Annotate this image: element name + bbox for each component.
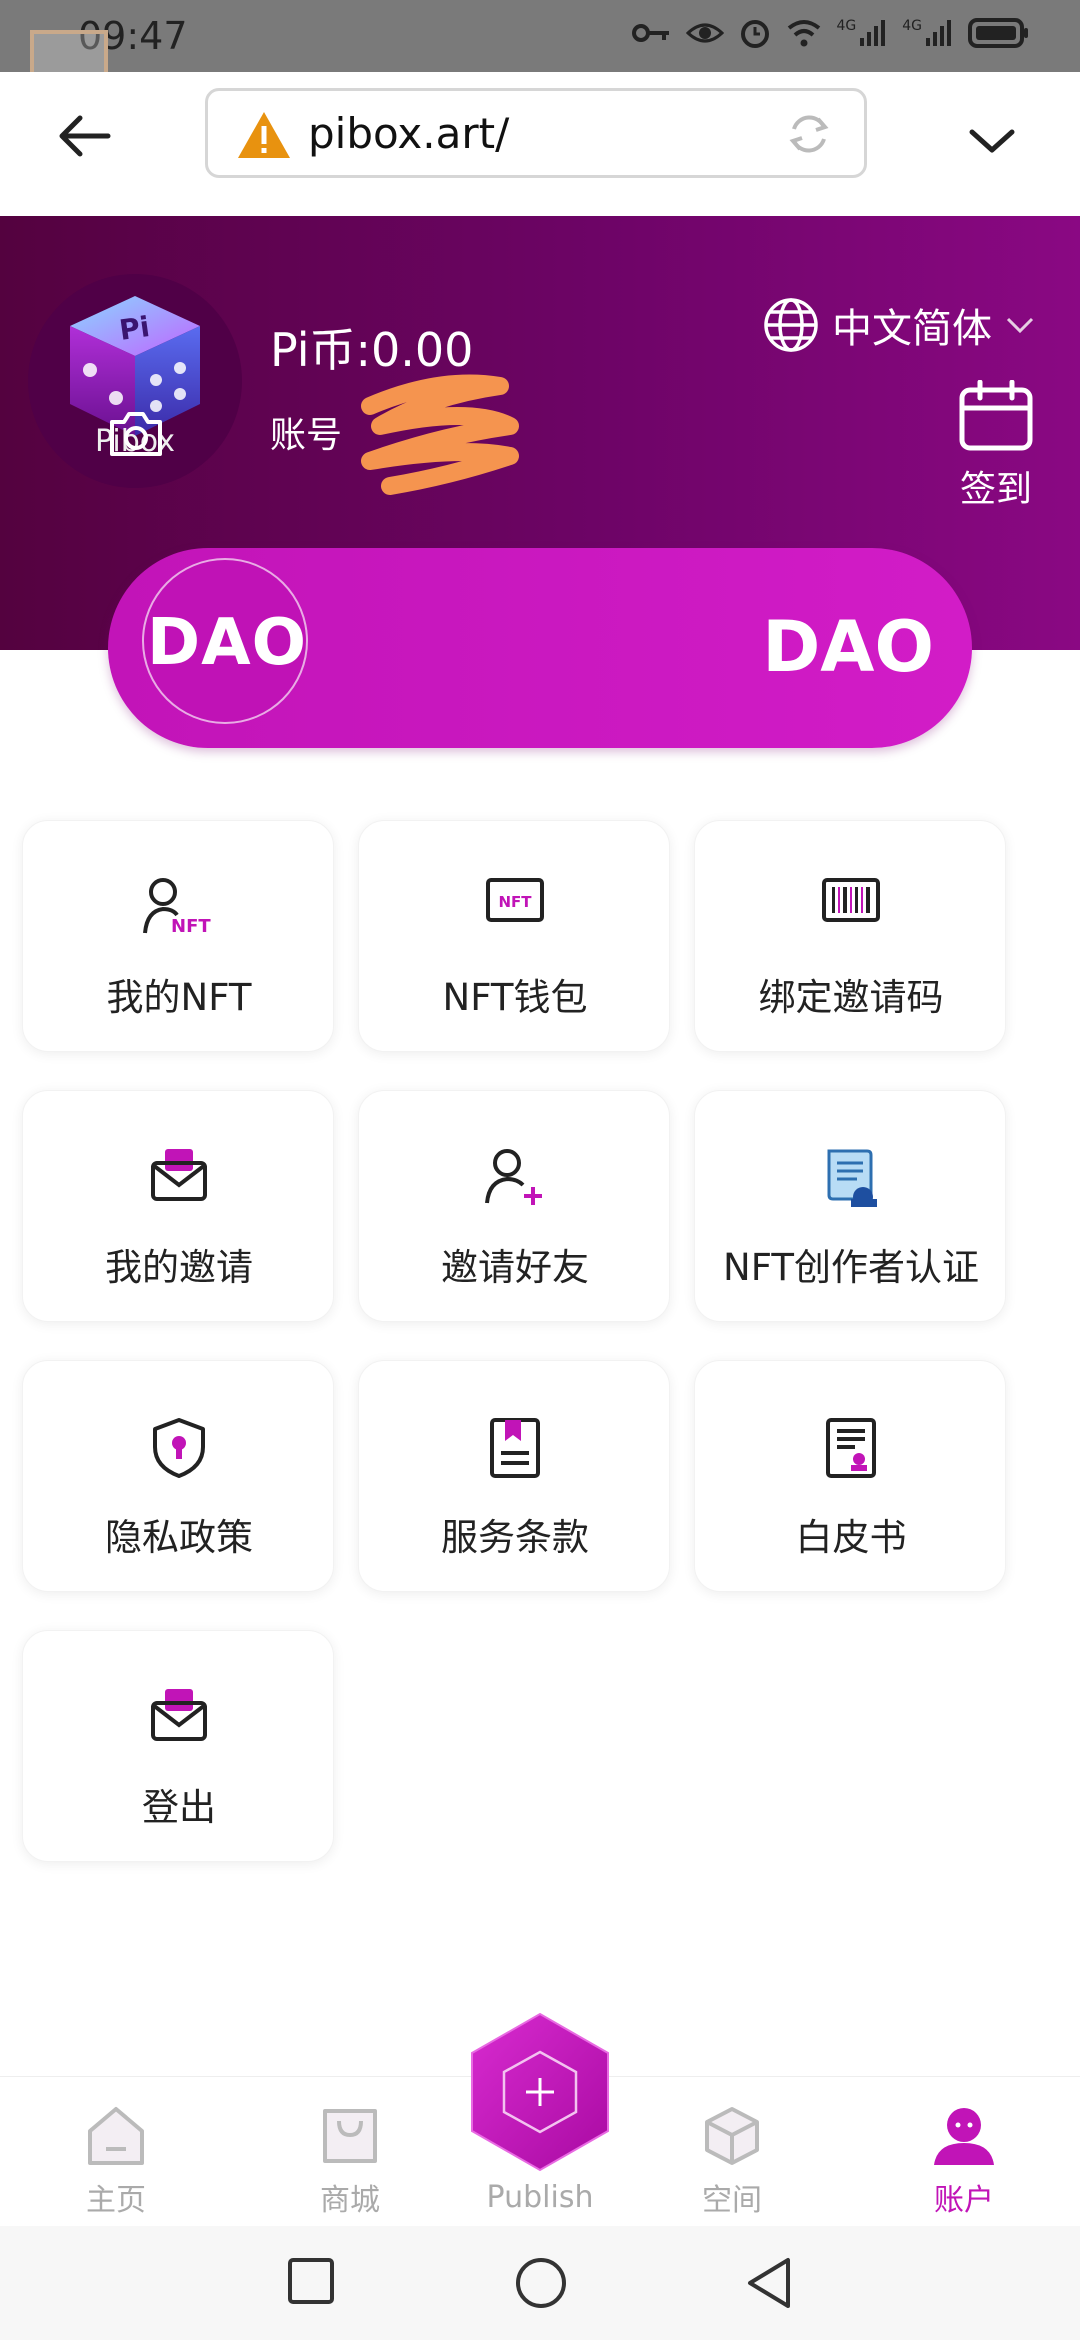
system-nav-bar	[0, 2226, 1080, 2340]
nav-home-label: 主页	[86, 2183, 146, 2218]
svg-text:NFT: NFT	[498, 893, 532, 911]
menu-item-label: 绑定邀请码	[758, 976, 944, 1019]
account-label: 账号	[270, 415, 343, 456]
menu-item-nft-wallet[interactable]: NFT NFT钱包	[358, 820, 670, 1052]
nft-wallet-icon: NFT	[486, 878, 544, 922]
signal-icon-2	[926, 20, 951, 46]
add-user-icon	[485, 1149, 542, 1205]
user-nft-icon: NFT	[143, 878, 211, 937]
home-icon	[88, 2107, 144, 2165]
plus-hexagon-icon	[471, 2012, 609, 2172]
nav-space-label: 空间	[702, 2183, 762, 2218]
shopping-bag-icon	[323, 2109, 377, 2163]
battery-icon	[968, 18, 1028, 48]
menu-item-invite-friends[interactable]: 邀请好友	[358, 1090, 670, 1322]
browser-bar: pibox.art/	[0, 72, 1080, 216]
home-circle-icon[interactable]	[514, 2256, 568, 2310]
status-icons: 4G 4G	[632, 16, 1030, 50]
envelope-icon	[151, 1689, 207, 1741]
menu-item-label: 登出	[142, 1786, 216, 1829]
alarm-icon	[741, 20, 770, 48]
language-label: 中文简体	[832, 306, 992, 352]
dao-banner[interactable]: DAO DAO	[108, 548, 972, 748]
account-icon	[934, 2108, 994, 2165]
checkin-label: 签到	[959, 469, 1032, 510]
checkin-button[interactable]: 签到	[946, 379, 1046, 512]
menu-item-label: 白皮书	[795, 1516, 907, 1559]
menu-item-whitepaper[interactable]: 白皮书	[694, 1360, 1006, 1592]
browser-menu-button[interactable]	[960, 108, 1024, 172]
svg-text:NFT: NFT	[171, 916, 211, 937]
dao-logo: DAO	[142, 558, 308, 724]
document-bookmark-icon	[490, 1418, 540, 1478]
dao-title: DAO	[762, 606, 934, 688]
certificate-icon	[827, 1149, 877, 1207]
publish-button[interactable]: Publish	[462, 2010, 618, 2215]
publish-label: Publish	[486, 2180, 594, 2215]
menu-item-label: 邀请好友	[441, 1246, 589, 1289]
network-label-1: 4G	[836, 18, 857, 34]
redaction-scribble	[361, 374, 519, 495]
url-bar[interactable]: pibox.art/	[205, 88, 867, 178]
menu-item-terms-of-service[interactable]: 服务条款	[358, 1360, 670, 1592]
nav-account[interactable]: 账户	[904, 2105, 1024, 2219]
shield-lock-icon	[153, 1418, 205, 1478]
svg-text:Pi: Pi	[117, 310, 151, 347]
calendar-icon	[959, 379, 1033, 451]
warning-icon[interactable]	[236, 109, 292, 161]
language-selector[interactable]: 中文简体	[762, 296, 1036, 354]
envelope-icon	[151, 1149, 207, 1201]
cube-icon	[705, 2107, 759, 2165]
menu-item-creator-certification[interactable]: NFT创作者认证	[694, 1090, 1006, 1322]
eye-icon	[686, 23, 725, 43]
camera-icon[interactable]	[106, 408, 166, 460]
barcode-icon	[822, 878, 880, 922]
nav-space[interactable]: 空间	[672, 2105, 792, 2219]
menu-item-label: 我的NFT	[106, 976, 252, 1019]
key-icon	[632, 24, 670, 42]
chevron-down-icon	[969, 129, 1015, 153]
globe-icon	[764, 298, 818, 352]
network-label-2: 4G	[902, 18, 922, 34]
menu-item-label: NFT创作者认证	[723, 1246, 979, 1289]
reload-icon[interactable]	[784, 109, 834, 159]
nav-mall[interactable]: 商城	[290, 2105, 410, 2219]
menu-item-label: NFT钱包	[442, 976, 588, 1019]
dao-logo-text: DAO	[146, 606, 308, 680]
wifi-icon	[788, 20, 821, 47]
nav-account-label: 账户	[934, 2183, 994, 2218]
menu-item-logout[interactable]: 登出	[22, 1630, 334, 1862]
url-text[interactable]: pibox.art/	[308, 109, 509, 158]
menu-item-my-invites[interactable]: 我的邀请	[22, 1090, 334, 1322]
menu-item-my-nft[interactable]: NFT 我的NFT	[22, 820, 334, 1052]
menu-item-bind-invite-code[interactable]: 绑定邀请码	[694, 820, 1006, 1052]
back-triangle-icon[interactable]	[744, 2256, 794, 2310]
chevron-down-icon	[1006, 317, 1034, 334]
back-arrow-icon	[59, 115, 111, 157]
nav-mall-label: 商城	[320, 2183, 380, 2218]
avatar[interactable]: Pi Pibox	[28, 274, 242, 488]
menu-item-label: 隐私政策	[105, 1516, 253, 1559]
nav-home[interactable]: 主页	[56, 2105, 176, 2219]
back-button[interactable]	[52, 104, 116, 168]
menu-item-label: 服务条款	[441, 1516, 589, 1559]
menu-item-label: 我的邀请	[105, 1246, 253, 1289]
signal-icon	[860, 20, 886, 46]
status-bar: 09:47 4G 4G	[0, 0, 1080, 72]
menu-item-privacy-policy[interactable]: 隐私政策	[22, 1360, 334, 1592]
recent-apps-icon[interactable]	[286, 2256, 336, 2306]
whitepaper-icon	[826, 1418, 876, 1478]
